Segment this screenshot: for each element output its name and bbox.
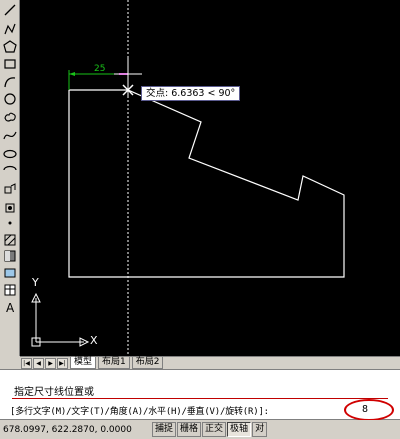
- osnap-toggle[interactable]: 对: [252, 422, 268, 437]
- command-prompt-line1: 指定尺寸线位置或: [14, 387, 94, 398]
- tab-next-button[interactable]: ▶: [45, 357, 56, 369]
- table-icon[interactable]: [2, 282, 18, 297]
- layout-tab-bar: |◀ ◀ ▶ ▶| 模型 布局1 布局2: [20, 356, 400, 369]
- revcloud-icon[interactable]: [2, 108, 18, 123]
- ucs-y-label: Y: [32, 276, 39, 289]
- make-block-icon[interactable]: [2, 200, 18, 215]
- polar-toggle[interactable]: 极轴: [227, 422, 252, 437]
- insert-block-icon[interactable]: [2, 181, 18, 196]
- snap-tooltip: 交点: 6.6363 < 90°: [141, 86, 241, 101]
- command-prompt-line2: [多行文字(M)/文字(T)/角度(A)/水平(H)/垂直(V)/旋转(R)]:: [10, 407, 269, 417]
- circle-icon[interactable]: [2, 91, 18, 106]
- command-underline: [12, 398, 388, 399]
- point-icon[interactable]: [2, 215, 18, 230]
- grid-toggle[interactable]: 栅格: [177, 422, 202, 437]
- region-icon[interactable]: [2, 265, 18, 280]
- line-icon[interactable]: [2, 2, 18, 17]
- coordinate-readout: 678.0997, 622.2870, 0.0000: [3, 424, 132, 435]
- tab-prev-button[interactable]: ◀: [33, 357, 44, 369]
- command-window[interactable]: 指定尺寸线位置或 [多行文字(M)/文字(T)/角度(A)/水平(H)/垂直(V…: [0, 369, 400, 421]
- tab-model[interactable]: 模型: [70, 357, 97, 369]
- rectangle-icon[interactable]: [2, 56, 18, 71]
- arc-icon[interactable]: [2, 74, 18, 89]
- hatch-icon[interactable]: [2, 232, 18, 247]
- ortho-toggle[interactable]: 正交: [202, 422, 227, 437]
- ellipse-arc-icon[interactable]: [2, 162, 18, 177]
- annotation-circle: [344, 399, 394, 421]
- tab-last-button[interactable]: ▶|: [57, 357, 68, 369]
- polygon-icon[interactable]: [2, 39, 18, 54]
- drawing-canvas[interactable]: 25 交点: 6.6363 < 90° X Y: [20, 0, 400, 356]
- gradient-icon[interactable]: [2, 248, 18, 263]
- dimension-arrow: [69, 72, 75, 76]
- tab-layout1[interactable]: 布局1: [98, 357, 130, 369]
- drawing-geometry: [31, 0, 345, 356]
- dimension-text: 25: [94, 64, 106, 74]
- profile-outline: [68, 89, 345, 278]
- ellipse-icon[interactable]: [2, 146, 18, 161]
- draw-toolbar: A: [0, 0, 20, 356]
- mtext-icon[interactable]: A: [2, 299, 18, 314]
- status-bar: 678.0997, 622.2870, 0.0000 捕捉 栅格 正交 极轴 对: [0, 420, 400, 439]
- tab-layout2[interactable]: 布局2: [131, 357, 164, 369]
- ucs-x-label: X: [90, 334, 98, 347]
- svg-text:A: A: [6, 301, 15, 314]
- spline-icon[interactable]: [2, 128, 18, 143]
- snap-toggle[interactable]: 捕捉: [152, 422, 177, 437]
- tab-first-button[interactable]: |◀: [21, 357, 32, 369]
- polyline-icon[interactable]: [2, 21, 18, 36]
